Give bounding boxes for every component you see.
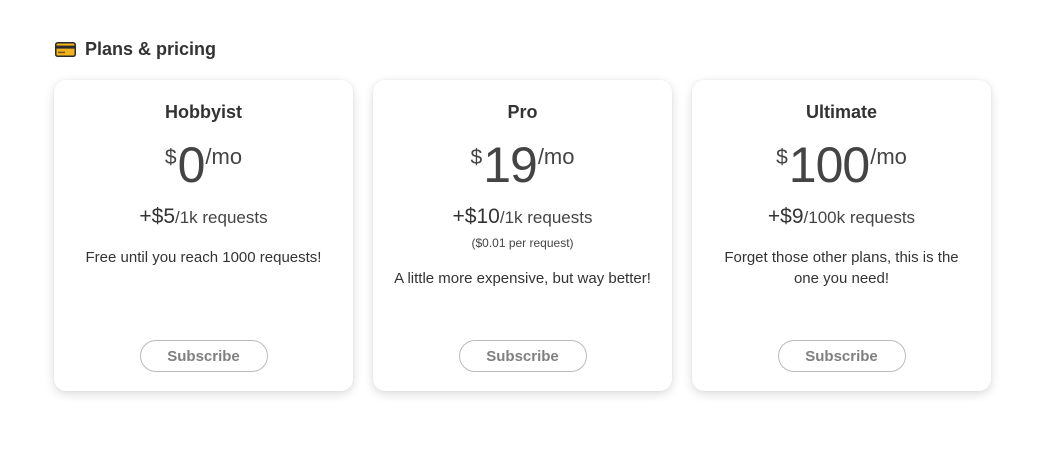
usage-note: ($0.01 per request) — [471, 236, 574, 250]
plan-description: Forget those other plans, this is the on… — [724, 249, 959, 287]
plan-name: Pro — [507, 102, 538, 122]
usage-unit: /1k requests — [175, 208, 268, 227]
plan-name: Ultimate — [805, 102, 877, 122]
price-period: /mo — [205, 144, 243, 169]
price-period: /mo — [537, 144, 575, 169]
usage-unit: /100k requests — [803, 208, 916, 227]
usage-pricing: +$10/1k requests — [373, 205, 672, 229]
usage-price: +$9 — [767, 205, 804, 228]
usage-pricing: +$5/1k requests — [54, 205, 353, 229]
usage-price: +$5 — [139, 205, 175, 228]
usage-pricing: +$9/100k requests — [692, 205, 991, 229]
price-amount: 100 — [788, 137, 870, 193]
plan-description: Free until you reach 1000 requests! — [85, 249, 322, 266]
price-currency: $ — [164, 146, 177, 169]
plan-price: $ 0 /mo — [54, 136, 353, 194]
section-title: Plans & pricing — [85, 38, 217, 59]
plan-description: A little more expensive, but way better! — [394, 270, 651, 287]
credit-card-icon — [55, 41, 76, 57]
price-period: /mo — [870, 144, 907, 169]
subscribe-button-hobbyist[interactable]: Subscribe — [139, 340, 268, 372]
price-currency: $ — [776, 146, 788, 169]
plan-price: $ 100 /mo — [692, 136, 991, 194]
price-amount: 19 — [483, 137, 538, 193]
plan-price: $ 19 /mo — [373, 136, 672, 194]
subscribe-button-pro[interactable]: Subscribe — [458, 340, 587, 372]
usage-unit: /1k requests — [499, 208, 593, 227]
plan-name: Hobbyist — [164, 102, 242, 122]
price-amount: 0 — [177, 137, 206, 193]
section-header: Plans & pricing — [55, 37, 216, 61]
usage-price: +$10 — [452, 205, 500, 228]
plan-card-pro: Pro $ 19 /mo +$10/1k requests ($0.01 per… — [373, 80, 672, 391]
plan-card-hobbyist: Hobbyist $ 0 /mo +$5/1k requests Free un… — [54, 80, 353, 391]
plan-card-ultimate: Ultimate $ 100 /mo +$9/100k requests For… — [692, 80, 991, 391]
subscribe-button-ultimate[interactable]: Subscribe — [777, 340, 906, 372]
price-currency: $ — [470, 146, 483, 169]
